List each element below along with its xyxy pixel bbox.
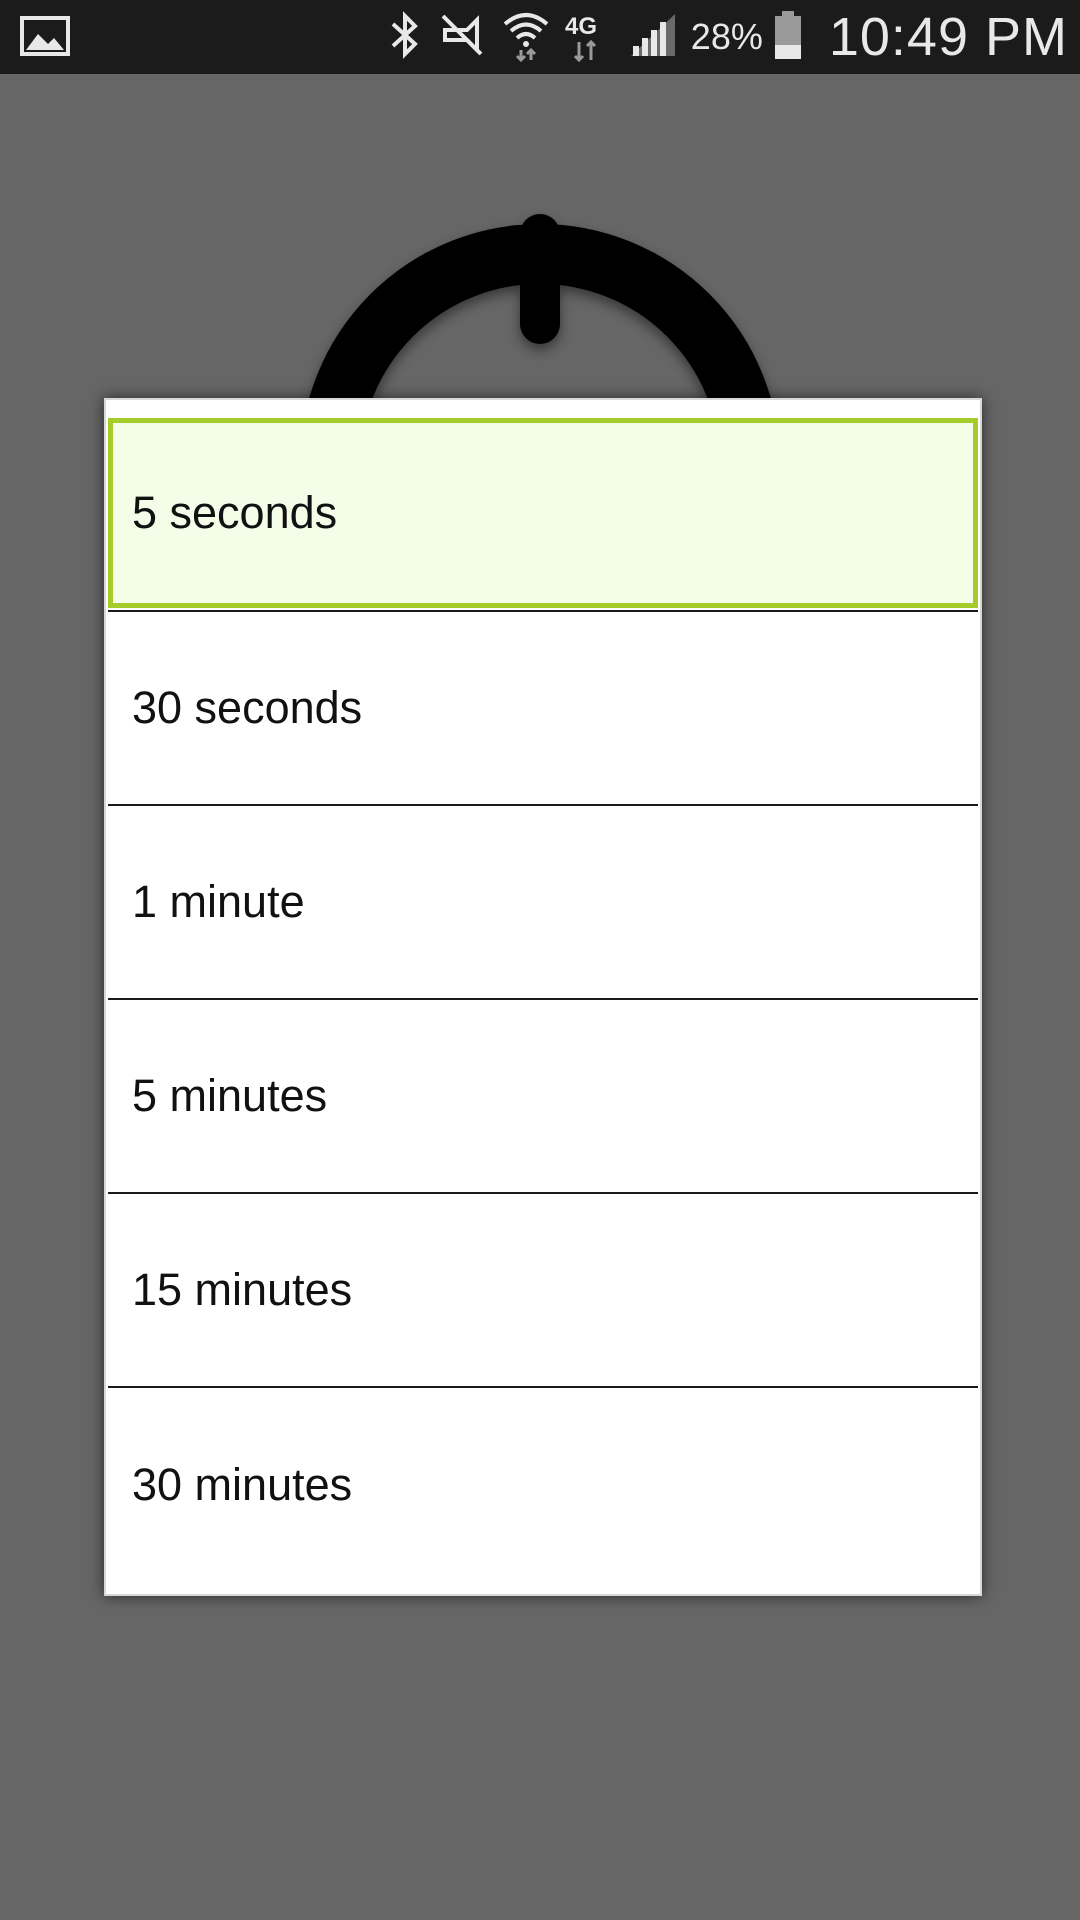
option-30-minutes[interactable]: 30 minutes (108, 1388, 978, 1582)
gallery-icon (20, 14, 72, 60)
option-label: 30 minutes (132, 1459, 353, 1510)
status-icons: 4G 28% 10:49 PM (387, 0, 1068, 74)
option-1-minute[interactable]: 1 minute (108, 806, 978, 1000)
vibrate-off-icon (437, 10, 487, 65)
option-15-minutes[interactable]: 15 minutes (108, 1194, 978, 1388)
clock: 10:49 PM (828, 7, 1068, 67)
option-label: 15 minutes (132, 1264, 353, 1315)
bluetooth-icon (387, 10, 423, 65)
battery-percent: 28% (690, 16, 763, 57)
option-label: 1 minute (132, 876, 305, 927)
battery-icon (773, 9, 803, 66)
option-label: 5 minutes (132, 1070, 328, 1121)
network-label: 4G (565, 13, 597, 40)
status-bar: 4G 28% 10:49 PM (0, 0, 1080, 74)
option-5-seconds[interactable]: 5 seconds (108, 418, 978, 612)
wifi-icon (501, 8, 551, 67)
4g-lte-icon: 4G (565, 8, 615, 67)
timeout-options-dialog: 5 seconds 30 seconds 1 minute 5 minutes … (104, 398, 982, 1596)
option-30-seconds[interactable]: 30 seconds (108, 612, 978, 806)
option-5-minutes[interactable]: 5 minutes (108, 1000, 978, 1194)
signal-icon (629, 12, 677, 63)
option-label: 30 seconds (132, 682, 363, 733)
option-label: 5 seconds (132, 487, 338, 538)
